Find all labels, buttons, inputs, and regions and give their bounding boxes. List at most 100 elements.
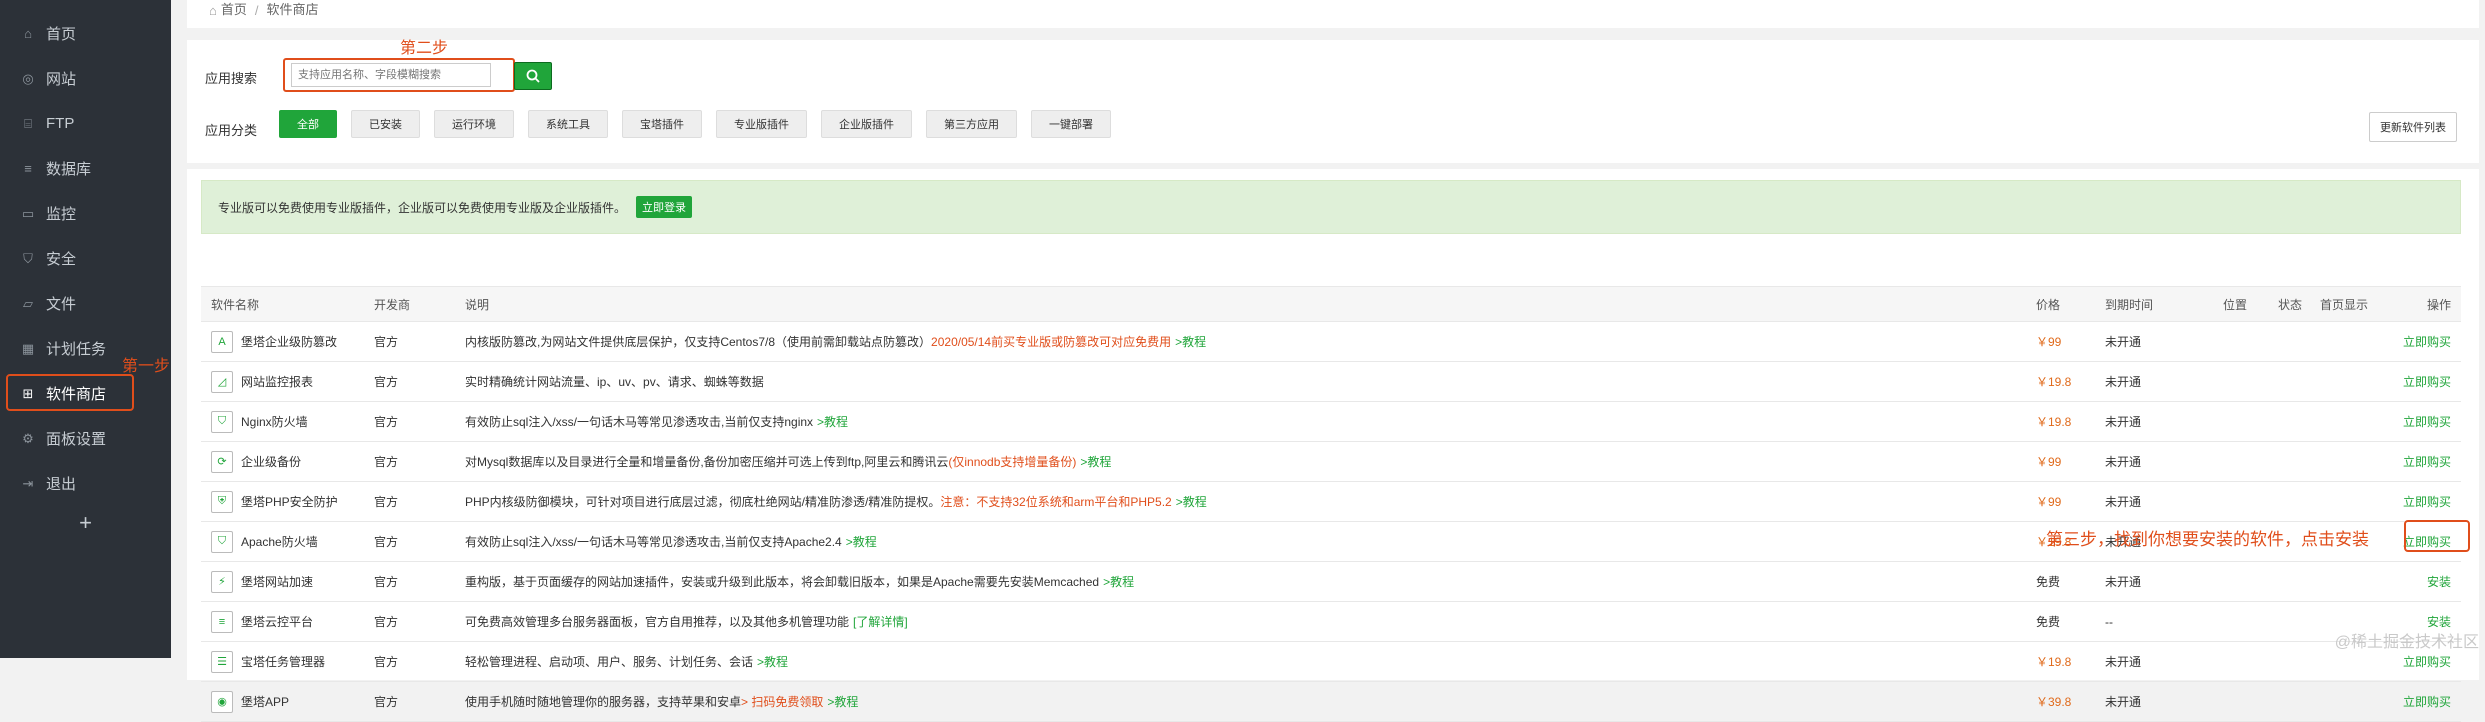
app-developer: 官方: [374, 482, 398, 521]
header-name: 软件名称: [211, 287, 259, 321]
buy-button[interactable]: 立即购买: [2403, 362, 2451, 401]
install-button[interactable]: 安装: [2427, 562, 2451, 601]
app-tutorial-link[interactable]: >教程: [1080, 453, 1111, 470]
row-name-cell: ◿网站监控报表: [211, 362, 313, 401]
search-button[interactable]: [514, 62, 552, 90]
table-row: ⛉Nginx防火墙官方有效防止sql注入/xss/一句话木马等常见渗透攻击,当前…: [201, 402, 2461, 442]
category-enterprise-plugins[interactable]: 企业版插件: [821, 110, 912, 138]
app-description-cell: 有效防止sql注入/xss/一句话木马等常见渗透攻击,当前仅支持Apache2.…: [465, 522, 877, 561]
category-pro-plugins[interactable]: 专业版插件: [716, 110, 807, 138]
step1-annotation: 第一步: [122, 352, 170, 376]
table-row: ⛨堡塔PHP安全防护官方PHP内核级防御模块，可针对项目进行底层过滤，彻底杜绝网…: [201, 482, 2461, 522]
category-one-click-deploy[interactable]: 一键部署: [1031, 110, 1111, 138]
buy-button[interactable]: 立即购买: [2403, 682, 2451, 721]
header-action: 操作: [2427, 287, 2451, 321]
login-button[interactable]: 立即登录: [636, 196, 692, 218]
app-price: ￥19.8: [2036, 362, 2071, 401]
sidebar-item-settings[interactable]: ⚙面板设置: [0, 416, 171, 461]
home-icon[interactable]: ⌂: [209, 3, 217, 18]
app-tutorial-link[interactable]: >教程: [827, 693, 858, 710]
app-description-note: > 扫码免费领取: [741, 693, 823, 710]
app-description-note: 2020/05/14前买专业版或防篡改可对应免费用: [931, 333, 1171, 350]
update-soft-list-button[interactable]: 更新软件列表: [2369, 112, 2457, 142]
app-price: ￥19.8: [2036, 402, 2071, 441]
app-description: 有效防止sql注入/xss/一句话木马等常见渗透攻击,当前仅支持Apache2.…: [465, 533, 842, 550]
app-name: 堡塔网站加速: [241, 573, 313, 590]
app-icon: ◉: [211, 691, 233, 713]
app-tutorial-link[interactable]: [了解详情]: [853, 613, 908, 630]
sidebar-item-home[interactable]: ⌂首页: [0, 11, 171, 56]
buy-button[interactable]: 立即购买: [2403, 322, 2451, 361]
category-installed[interactable]: 已安装: [351, 110, 420, 138]
buy-button[interactable]: 立即购买: [2403, 482, 2451, 521]
sidebar-item-ftp[interactable]: ⌸FTP: [0, 101, 171, 146]
row-name-cell: ⟳ 企业级备份: [211, 442, 301, 481]
app-icon: ⛉: [211, 411, 233, 433]
app-description-cell: 轻松管理进程、启动项、用户、服务、计划任务、会话>教程: [465, 642, 788, 681]
app-description-cell: 重构版，基于页面缓存的网站加速插件，安装或升级到此版本，将会卸载旧版本，如果是A…: [465, 562, 1134, 601]
folder-icon: ▱: [20, 296, 36, 312]
table-row: ◉堡塔APP官方使用手机随时随地管理你的服务器，支持苹果和安卓> 扫码免费领取>…: [201, 682, 2461, 722]
header-desc: 说明: [465, 287, 489, 321]
app-name: 企业级备份: [241, 453, 301, 470]
app-description-note: 注意：不支持32位系统和arm平台和PHP5.2: [940, 493, 1171, 510]
sidebar-item-monitor[interactable]: ▭监控: [0, 191, 171, 236]
app-expire: 未开通: [2105, 442, 2141, 481]
app-tutorial-link[interactable]: >教程: [1175, 333, 1206, 350]
app-tutorial-link[interactable]: >教程: [757, 653, 788, 670]
app-tutorial-link[interactable]: >教程: [1176, 493, 1207, 510]
app-expire: 未开通: [2105, 642, 2141, 681]
category-system-tools[interactable]: 系统工具: [528, 110, 608, 138]
step3-annotation: 第三步，找到你想要安装的软件，点击安装: [2046, 525, 2369, 550]
category-third-party[interactable]: 第三方应用: [926, 110, 1017, 138]
app-expire: --: [2105, 602, 2113, 641]
table-row: ⚡堡塔网站加速官方重构版，基于页面缓存的网站加速插件，安装或升级到此版本，将会卸…: [201, 562, 2461, 602]
divider: [187, 163, 2479, 169]
header-price: 价格: [2036, 287, 2060, 321]
sidebar-item-label: 文件: [46, 293, 76, 314]
app-icon: ≡: [211, 611, 233, 633]
buy-button[interactable]: 立即购买: [2403, 402, 2451, 441]
globe-icon: ◎: [20, 71, 36, 87]
category-all[interactable]: 全部: [279, 110, 337, 138]
sidebar-item-database[interactable]: ≡数据库: [0, 146, 171, 191]
category-runtime[interactable]: 运行环境: [434, 110, 514, 138]
search-icon: [526, 69, 540, 83]
sidebar-item-label: 监控: [46, 203, 76, 224]
category-label: 应用分类: [205, 120, 257, 139]
sidebar-item-label: 网站: [46, 68, 76, 89]
home-icon: ⌂: [20, 26, 36, 42]
breadcrumb-home[interactable]: 首页: [221, 0, 247, 18]
app-description: PHP内核级防御模块，可针对项目进行底层过滤，彻底杜绝网站/精准防渗透/精准防提…: [465, 493, 940, 510]
step2-annotation: 第二步: [400, 34, 448, 58]
app-name: Apache防火墙: [241, 533, 318, 550]
app-tutorial-link[interactable]: >教程: [1103, 573, 1134, 590]
sidebar-item-website[interactable]: ◎ 网站: [0, 56, 171, 101]
app-description: 有效防止sql注入/xss/一句话木马等常见渗透攻击,当前仅支持nginx: [465, 413, 813, 430]
sidebar-item-files[interactable]: ▱ 文件: [0, 281, 171, 326]
sidebar-item-label: 安全: [46, 248, 76, 269]
sidebar-item-logout[interactable]: ⇥退出: [0, 461, 171, 506]
app-icon: ⟳: [211, 451, 233, 473]
app-price: ￥99: [2036, 322, 2061, 361]
search-highlight: [283, 58, 515, 92]
app-description: 内核版防篡改,为网站文件提供底层保护，仅支持Centos7/8（使用前需卸载站点…: [465, 333, 931, 350]
table-row: ⟳企业级备份官方对Mysql数据库以及目录进行全量和增量备份,备份加密压缩并可选…: [201, 442, 2461, 482]
table-row: ≡堡塔云控平台官方可免费高效管理多台服务器面板，官方自用推荐，以及其他多机管理功…: [201, 602, 2461, 642]
app-tutorial-link[interactable]: >教程: [846, 533, 877, 550]
watermark: @稀土掘金技术社区: [2335, 628, 2479, 652]
table-header: 软件名称 开发商 说明 价格 到期时间 位置 状态 首页显示 操作: [201, 286, 2461, 322]
app-description-cell: 可免费高效管理多台服务器面板，官方自用推荐，以及其他多机管理功能[了解详情]: [465, 602, 908, 641]
app-developer: 官方: [374, 602, 398, 641]
add-icon[interactable]: +: [0, 510, 171, 536]
step1-highlight: [6, 374, 134, 411]
app-description: 实时精确统计网站流量、ip、uv、pv、请求、蜘蛛等数据: [465, 373, 764, 390]
app-tutorial-link[interactable]: >教程: [817, 413, 848, 430]
category-bt-plugins[interactable]: 宝塔插件: [622, 110, 702, 138]
sidebar-item-security[interactable]: ⛉安全: [0, 236, 171, 281]
buy-button[interactable]: 立即购买: [2403, 442, 2451, 481]
app-price: ￥19.8: [2036, 642, 2071, 681]
search-input[interactable]: [291, 63, 491, 87]
app-developer: 官方: [374, 642, 398, 681]
app-expire: 未开通: [2105, 562, 2141, 601]
